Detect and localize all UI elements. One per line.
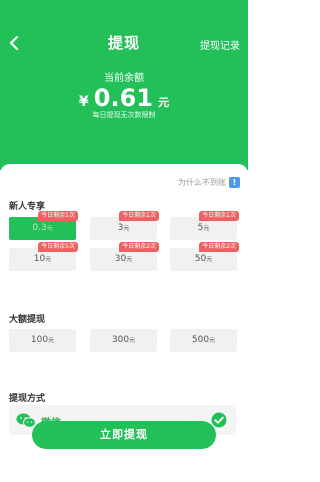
amount-unit: 元 — [209, 337, 216, 344]
why-not-received-label: 为什么不到账 — [178, 178, 226, 187]
currency-symbol: ¥ — [78, 94, 89, 110]
amount-option[interactable]: 3元 今日剩余1次 — [90, 211, 159, 240]
amount-value: 300 — [111, 335, 130, 345]
amount-option[interactable]: 10元 今日剩余5次 — [9, 242, 78, 271]
remaining-badge: 今日剩余1次 — [199, 211, 239, 221]
wechat-icon — [16, 413, 36, 428]
amount-unit: 元 — [123, 225, 130, 232]
amount-unit: 元 — [45, 256, 52, 263]
large-section-title: 大额提现 — [9, 315, 46, 325]
amount-value: 100 — [30, 335, 49, 345]
balance-note: 每日提现无次数限制 — [92, 111, 156, 119]
remaining-badge: 今日剩余2次 — [119, 242, 159, 252]
amount-unit: 元 — [48, 337, 55, 344]
amount-option[interactable]: 30元 今日剩余2次 — [90, 242, 159, 271]
amount-value: 10 — [33, 254, 46, 264]
remaining-badge: 今日剩余1次 — [119, 211, 159, 221]
why-not-received-link[interactable]: 为什么不到账 ! — [178, 177, 240, 188]
method-section-title: 提现方式 — [9, 394, 46, 404]
withdraw-now-button[interactable]: 立即提现 — [32, 421, 216, 449]
amount-option[interactable]: 5元 今日剩余1次 — [170, 211, 239, 240]
withdraw-record-link[interactable]: 提现记录 — [200, 37, 240, 52]
amount-unit: 元 — [129, 337, 136, 344]
amount-option[interactable]: 500元 — [170, 329, 237, 352]
info-icon: ! — [229, 177, 240, 188]
check-circle-icon — [211, 412, 227, 428]
amount-option[interactable]: 300元 — [90, 329, 157, 352]
amount-unit: 元 — [46, 225, 53, 232]
amount-option[interactable]: 0.3元 今日剩余1次 — [9, 211, 78, 240]
amount-unit: 元 — [126, 256, 133, 263]
amount-unit: 元 — [203, 225, 210, 232]
amount-value: 500 — [191, 335, 210, 345]
amount-option[interactable]: 50元 今日剩余2次 — [170, 242, 239, 271]
amount-value: 0.3 — [32, 223, 47, 233]
balance-unit: 元 — [158, 96, 170, 109]
remaining-badge: 今日剩余1次 — [38, 211, 78, 221]
header-banner: 提现 提现记录 当前余额 ¥ 0.61 元 每日提现无次数限制 — [0, 0, 248, 170]
amount-unit: 元 — [206, 256, 213, 263]
amount-option[interactable]: 100元 — [9, 329, 76, 352]
amount-value: 50 — [194, 254, 207, 264]
balance-label: 当前余额 — [104, 73, 144, 84]
remaining-badge: 今日剩余2次 — [199, 242, 239, 252]
balance-amount: ¥ 0.61 元 — [0, 84, 248, 112]
remaining-badge: 今日剩余5次 — [38, 242, 78, 252]
balance-value: 0.61 — [93, 84, 153, 112]
amount-value: 30 — [114, 254, 127, 264]
